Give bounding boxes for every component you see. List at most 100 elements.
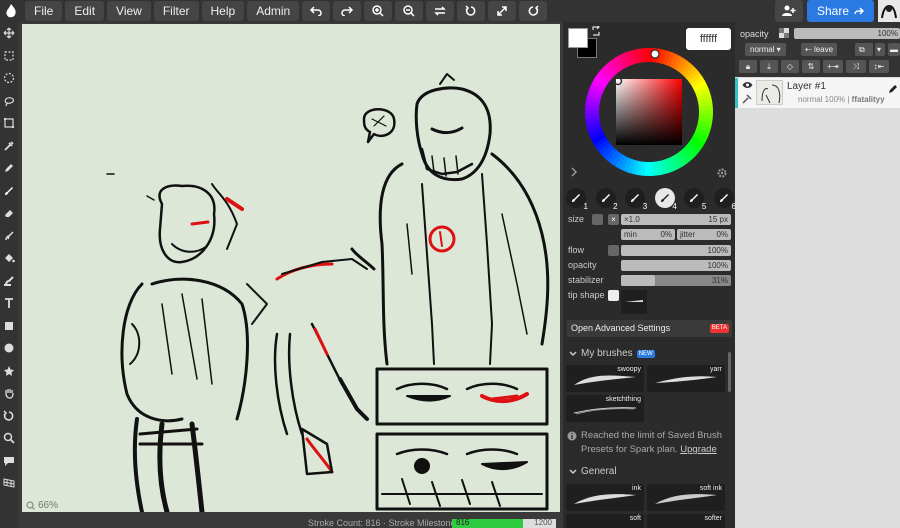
zoom-icon[interactable] bbox=[0, 427, 18, 450]
leave-button[interactable]: ⇠ leave bbox=[801, 43, 838, 56]
user-avatar[interactable] bbox=[878, 0, 900, 22]
share-button[interactable]: Share bbox=[806, 0, 874, 22]
comment-icon[interactable] bbox=[0, 450, 18, 473]
opacity-slider[interactable]: 100% bbox=[621, 260, 731, 271]
menu-file[interactable]: File bbox=[25, 1, 63, 21]
color-wheel[interactable] bbox=[583, 46, 715, 178]
redo-icon[interactable] bbox=[333, 1, 362, 21]
brush-icon[interactable] bbox=[0, 180, 18, 203]
foreground-color-swatch[interactable] bbox=[568, 28, 588, 48]
flip-icon[interactable] bbox=[426, 1, 455, 21]
move-icon[interactable] bbox=[0, 22, 18, 45]
upgrade-link[interactable]: Upgrade bbox=[680, 444, 716, 455]
hand-icon[interactable] bbox=[0, 382, 18, 405]
tip-shape-checkbox[interactable] bbox=[608, 290, 619, 301]
duplicate-layer-icon[interactable]: ⧉ bbox=[855, 43, 873, 56]
brush-size-number: 3 bbox=[642, 202, 648, 211]
rect-shape-icon[interactable] bbox=[0, 315, 18, 338]
rotate-view-icon[interactable] bbox=[0, 405, 18, 428]
brush-preset-soft[interactable]: soft bbox=[566, 514, 644, 528]
min-jitter-row: min 0% jitter 0% bbox=[568, 229, 733, 241]
fullscreen-icon[interactable] bbox=[488, 1, 517, 21]
eyedropper-icon[interactable] bbox=[0, 135, 18, 158]
leave-label: leave bbox=[813, 45, 834, 54]
general-brushes-header[interactable]: General bbox=[569, 466, 617, 477]
pencil-icon[interactable] bbox=[0, 157, 18, 180]
brush-size-preset-1[interactable]: 1 bbox=[566, 188, 588, 211]
transform-icon[interactable] bbox=[0, 112, 18, 135]
layer-opacity-slider[interactable]: 100% bbox=[794, 28, 900, 39]
brush-size-preset-2[interactable]: 2 bbox=[595, 188, 618, 211]
brush-preset-yarr[interactable]: yarr bbox=[647, 365, 725, 392]
brush-size-preset-6[interactable]: 6 bbox=[713, 188, 736, 211]
menu-filter[interactable]: Filter bbox=[153, 1, 199, 21]
brush-preset-ink[interactable]: ink bbox=[566, 484, 644, 511]
brush-preset-sketchthing[interactable]: sketchthing bbox=[566, 395, 644, 422]
eye-visibility-icon[interactable] bbox=[742, 81, 753, 89]
drawing-canvas[interactable] bbox=[22, 24, 560, 512]
menu-view[interactable]: View bbox=[107, 1, 151, 21]
flow-slider[interactable]: 100% bbox=[621, 245, 731, 256]
merge-layers-icon[interactable]: ⤨ bbox=[846, 60, 866, 73]
layer-lock-icon[interactable] bbox=[742, 94, 752, 104]
ellipse-shape-icon[interactable] bbox=[0, 337, 18, 360]
menu-help[interactable]: Help bbox=[201, 1, 245, 21]
brush-size-preset-3[interactable]: 3 bbox=[625, 188, 648, 211]
reset-icon[interactable] bbox=[519, 1, 548, 21]
lock-icon[interactable]: 🔒︎ bbox=[739, 60, 757, 73]
select-ellipse-icon[interactable] bbox=[0, 67, 18, 90]
layer-menu-chevron-icon[interactable]: ▾ bbox=[875, 43, 885, 56]
min-slider[interactable]: min 0% bbox=[621, 229, 675, 240]
menu-admin[interactable]: Admin bbox=[247, 1, 300, 21]
merge-down-icon[interactable]: ⤓ bbox=[760, 60, 778, 73]
text-icon[interactable] bbox=[0, 292, 18, 315]
lasso-icon[interactable] bbox=[0, 90, 18, 113]
rotate-icon[interactable] bbox=[457, 1, 486, 21]
brush-preset-softer[interactable]: softer bbox=[647, 514, 725, 528]
delete-layer-icon[interactable]: ▬ bbox=[888, 43, 900, 56]
brush-list-scrollbar[interactable] bbox=[728, 352, 731, 392]
app-logo-icon[interactable] bbox=[0, 0, 22, 22]
zoom-out-icon[interactable] bbox=[395, 1, 424, 21]
brush-preset-swoopy[interactable]: swoopy bbox=[566, 365, 644, 392]
clear-layer-icon[interactable]: ◇ bbox=[781, 60, 799, 73]
brush-size-preset-5[interactable]: 5 bbox=[684, 188, 706, 211]
brush-size-preset-4[interactable]: 4 bbox=[654, 188, 677, 211]
fill-icon[interactable] bbox=[0, 247, 18, 270]
my-brushes-header[interactable]: My brushes NEW bbox=[569, 348, 655, 359]
blend-mode-select[interactable]: normal ▾ bbox=[745, 43, 786, 56]
layer-panel: opacity 100% normal ▾ ⇠ leave ⧉ ▾ ▬ 🔒︎ ⤓… bbox=[735, 22, 900, 528]
add-user-button[interactable] bbox=[774, 0, 803, 22]
transform-layer-icon[interactable]: ⇅ bbox=[802, 60, 820, 73]
hue-picker-handle[interactable] bbox=[650, 49, 660, 59]
pencil-edit-icon[interactable] bbox=[888, 84, 898, 94]
select-rect-icon[interactable] bbox=[0, 45, 18, 68]
open-advanced-settings-button[interactable]: Open Advanced Settings BETA bbox=[567, 320, 732, 337]
pressure-size-toggle[interactable] bbox=[592, 214, 603, 225]
eraser-icon[interactable] bbox=[0, 202, 18, 225]
add-layer-icon[interactable]: +⇥ bbox=[823, 60, 843, 73]
pressure-flow-toggle[interactable] bbox=[608, 245, 619, 256]
blend-icon[interactable] bbox=[0, 270, 18, 293]
close-icon[interactable]: × bbox=[608, 214, 619, 225]
flatten-icon[interactable]: ↕⇤ bbox=[869, 60, 889, 73]
layer-name[interactable]: Layer #1 bbox=[787, 81, 826, 92]
brush-preset-soft-ink[interactable]: soft ink bbox=[647, 484, 725, 511]
smudge-icon[interactable] bbox=[0, 225, 18, 248]
size-slider[interactable]: ×1.0 15 px bbox=[621, 214, 731, 225]
chevron-right-icon[interactable] bbox=[570, 167, 578, 177]
transparency-lock-icon[interactable] bbox=[779, 28, 789, 38]
undo-icon[interactable] bbox=[302, 1, 331, 21]
swap-colors-icon[interactable] bbox=[591, 26, 601, 36]
jitter-slider[interactable]: jitter 0% bbox=[677, 229, 731, 240]
grid-icon[interactable] bbox=[0, 472, 18, 495]
brush-name: softer bbox=[704, 515, 722, 522]
zoom-indicator[interactable]: 66% bbox=[26, 500, 58, 511]
menu-edit[interactable]: Edit bbox=[65, 1, 105, 21]
stabilizer-slider[interactable]: 31% bbox=[621, 275, 731, 286]
layer-item[interactable]: Layer #1 normal 100% | ffatalityy bbox=[735, 78, 900, 108]
tip-shape-preview[interactable] bbox=[621, 290, 647, 314]
zoom-in-icon[interactable] bbox=[364, 1, 393, 21]
star-shape-icon[interactable] bbox=[0, 360, 18, 383]
settings-gear-icon[interactable] bbox=[716, 167, 728, 179]
